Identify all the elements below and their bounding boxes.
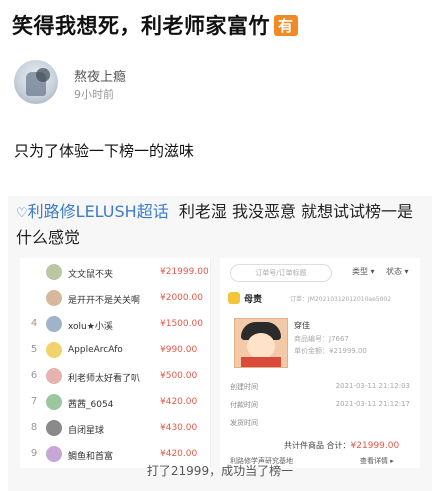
order-header: 母责 订单：JM20210312012010ae5002: [228, 290, 414, 308]
info-value: 2021-03-11 21:12:03: [335, 382, 410, 390]
rank-number: 9: [30, 448, 38, 459]
rank-amount: ¥420.00: [160, 449, 198, 459]
headline: 笑得我想死，利老师家富竹有: [12, 10, 432, 40]
rank-number: 8: [30, 422, 38, 433]
ranking-row: 文文鼠不夹 ¥21999.00: [20, 262, 210, 284]
rank-number: 7: [30, 396, 38, 407]
order-panel: 订单号/订单标题 类型 ▾ 状态 ▾ 母责 订单：JM2021031201201…: [220, 258, 420, 468]
total-label: 共计件商品 合计：: [284, 441, 351, 450]
rank-amount: ¥500.00: [160, 371, 198, 381]
avatar-figure-head: [36, 68, 50, 82]
rank-amount: ¥990.00: [160, 345, 198, 355]
product-shirt-shape: [241, 357, 281, 367]
rank-name: 茜茜_6054: [68, 400, 114, 410]
avatar: [46, 316, 62, 332]
topic-link: 利路修LELUSH超话: [27, 202, 169, 221]
rank-amount: ¥430.00: [160, 423, 198, 433]
ranking-row: 5 AppleArcAfo ¥990.00: [20, 340, 210, 362]
avatar: [46, 290, 62, 306]
product-face-shape: [247, 333, 275, 359]
info-label: 发货时间: [230, 419, 258, 427]
product-title: 穿佳: [294, 321, 310, 330]
rank-name: 利老师太好看了叭: [68, 374, 141, 384]
avatar: [46, 394, 62, 410]
chevron-down-icon: ▾: [404, 267, 409, 276]
image-subtitle: 打了21999，成功当了榜一: [146, 464, 294, 478]
ranking-panel: 文文鼠不夹 ¥21999.00 是开开不是关关啊 ¥2000.00 4 xolu…: [20, 258, 211, 468]
ranking-row: 是开开不是关关啊 ¥2000.00: [20, 288, 210, 310]
rank-name: AppleArcAfo: [68, 345, 123, 355]
badge-icon: 有: [274, 15, 298, 36]
info-label: 付款时间: [230, 401, 258, 409]
product-code: 商品编号：J7667: [294, 335, 349, 343]
chevron-down-icon: ▾: [370, 267, 375, 276]
info-row: 付款时间 2021-03-11 21:12:17: [230, 400, 410, 412]
search-input: 订单号/订单标题: [230, 264, 332, 282]
rank-name: xolu★小溪: [68, 322, 113, 332]
post-time: 9小时前: [74, 88, 114, 101]
type-filter: 类型 ▾: [352, 266, 375, 277]
info-value: 2021-03-11 21:12:17: [335, 400, 410, 408]
avatar[interactable]: [14, 60, 58, 104]
shop-name: 母责: [244, 295, 263, 305]
post-image[interactable]: ♡利路修LELUSH超话 利老湿 我没恶意 就想试试榜一是什么感觉 文文鼠不夹 …: [8, 196, 432, 491]
rank-number: 5: [30, 344, 38, 355]
info-row: 创建时间 2021-03-11 21:12:03: [230, 382, 410, 394]
order-id: 订单：JM20210312012010ae5002: [290, 296, 392, 303]
username[interactable]: 熬夜上瘾: [74, 66, 126, 85]
rank-name: 文文鼠不夹: [68, 270, 114, 280]
status-filter-label: 状态: [386, 267, 402, 276]
rank-number: 6: [30, 370, 38, 381]
avatar: [46, 368, 62, 384]
info-label: 创建时间: [230, 383, 258, 391]
topic-icon: ♡: [16, 206, 28, 221]
avatar: [46, 446, 62, 462]
status-filter: 状态 ▾: [386, 266, 409, 277]
rank-number: 4: [30, 318, 38, 329]
rank-name: 自闭星球: [68, 426, 105, 436]
order-total: 共计件商品 合计：¥21999.00: [284, 440, 399, 451]
info-row: 发货时间: [230, 418, 410, 430]
ranking-row: 6 利老师太好看了叭 ¥500.00: [20, 366, 210, 388]
rank-amount: ¥420.00: [160, 397, 198, 407]
rank-amount: ¥21999.00: [160, 267, 209, 277]
image-caption: ♡利路修LELUSH超话 利老湿 我没恶意 就想试试榜一是什么感觉: [16, 200, 426, 250]
post-text: 只为了体验一下榜一的滋味: [14, 142, 195, 160]
product-price: 单价金额：¥21999.00: [294, 347, 367, 355]
avatar: [46, 342, 62, 358]
ranking-row: 7 茜茜_6054 ¥420.00: [20, 392, 210, 414]
rank-name: 鲷鱼和首富: [68, 452, 114, 462]
headline-text: 笑得我想死，利老师家富竹: [12, 14, 270, 38]
avatar: [46, 264, 62, 280]
shop-icon: [228, 292, 240, 304]
rank-name: 是开开不是关关啊: [68, 296, 141, 306]
ranking-row: 4 xolu★小溪 ¥1500.00: [20, 314, 210, 336]
rank-amount: ¥1500.00: [160, 319, 203, 329]
total-amount: ¥21999.00: [350, 441, 400, 451]
avatar: [46, 420, 62, 436]
type-filter-label: 类型: [352, 267, 368, 276]
product-image: [234, 318, 288, 368]
rank-amount: ¥2000.00: [160, 293, 203, 303]
ranking-row: 8 自闭星球 ¥430.00: [20, 418, 210, 440]
